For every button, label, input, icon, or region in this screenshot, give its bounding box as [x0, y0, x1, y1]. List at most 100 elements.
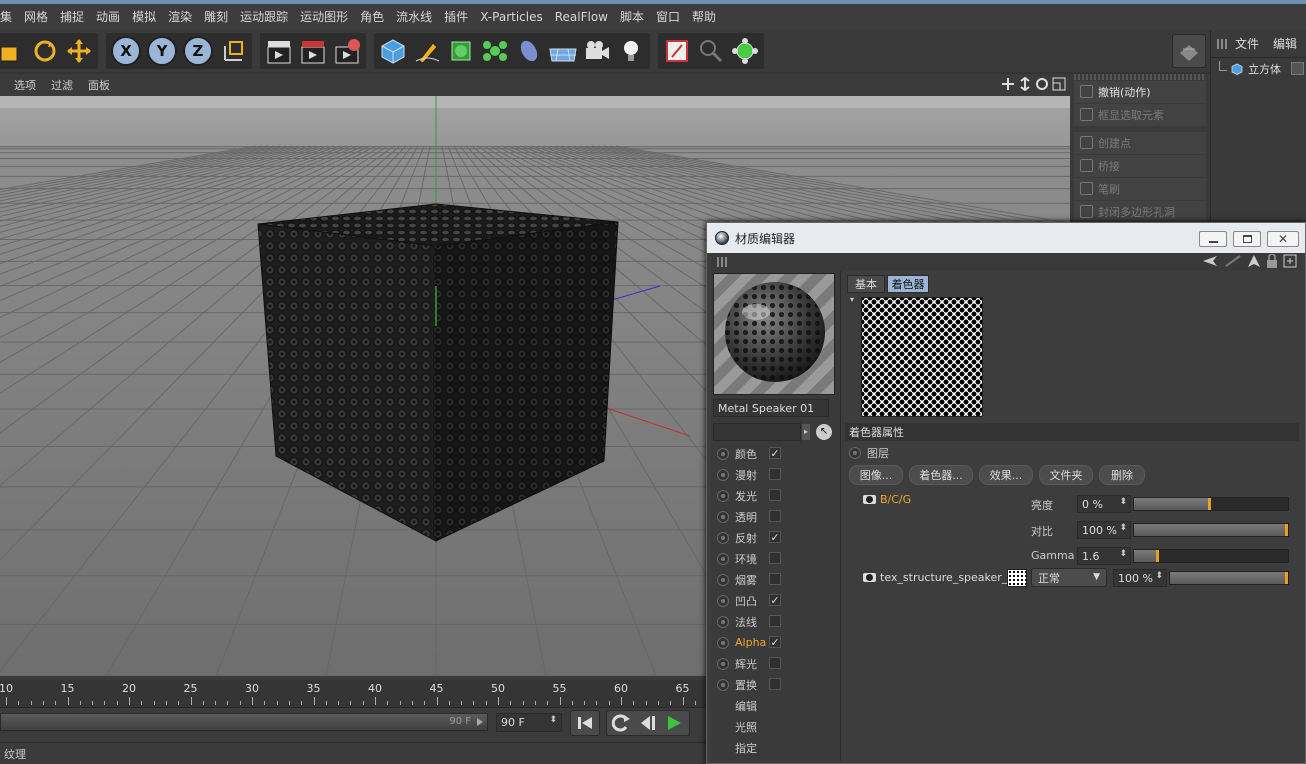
subdivision-surface-icon[interactable] — [446, 36, 476, 66]
move-tool-icon[interactable] — [64, 36, 94, 66]
channel-radio[interactable] — [717, 678, 729, 691]
blend-mode-dropdown[interactable]: 正常 ▼ — [1031, 568, 1107, 587]
object-row-cube[interactable]: 立方体 — [1211, 58, 1306, 80]
channel-checkbox[interactable] — [769, 510, 781, 522]
close-polygon-hole-button[interactable]: 封闭多边形孔洞 — [1074, 201, 1206, 223]
channel-row[interactable]: 颜色 ✓ — [711, 443, 839, 464]
channel-radio[interactable] — [717, 447, 729, 460]
channel-checkbox[interactable] — [769, 678, 781, 690]
texture-layer-row[interactable]: tex_structure_speaker_1 — [863, 571, 1014, 584]
texture-opacity-field[interactable]: 100 % ⬍ — [1113, 569, 1167, 587]
tab-basic[interactable]: 基本 — [847, 275, 885, 293]
channel-row[interactable]: 烟雾 — [711, 569, 839, 590]
viewport-menu-filter[interactable]: 过滤 — [43, 77, 80, 93]
render-settings-icon[interactable] — [332, 36, 362, 66]
material-preview[interactable] — [713, 273, 835, 395]
menu-item-5[interactable]: 渲染 — [162, 4, 198, 30]
render-view-icon[interactable] — [264, 36, 294, 66]
shader-preview[interactable] — [861, 297, 983, 417]
rotate-tool-icon[interactable] — [30, 36, 60, 66]
back-arrow-icon[interactable] — [1201, 254, 1219, 268]
menu-item-11[interactable]: 插件 — [438, 4, 474, 30]
channel-radio[interactable] — [717, 636, 729, 649]
end-frame-field[interactable]: 90 F ⬍ — [496, 713, 562, 732]
channel-row[interactable]: Alpha ✓ — [711, 632, 839, 653]
create-point-button[interactable]: 创建点 — [1074, 132, 1206, 154]
channel-extra-item[interactable]: 编辑 — [711, 695, 839, 716]
object-manager-edit-menu[interactable]: 编辑 — [1273, 35, 1297, 52]
property-slider-handle[interactable] — [1208, 498, 1211, 510]
viewport-rotate-icon[interactable] — [1035, 77, 1049, 91]
channel-radio[interactable] — [717, 468, 729, 481]
delete-button[interactable]: 删除 — [1099, 465, 1145, 485]
render-to-picture-viewer-icon[interactable] — [298, 36, 328, 66]
axis-y-button[interactable]: Y — [147, 36, 177, 66]
floor-icon[interactable] — [548, 36, 578, 66]
channel-checkbox[interactable] — [769, 468, 781, 480]
frame-selected-button[interactable]: 框显选取元素 — [1074, 104, 1206, 126]
menu-item-9[interactable]: 角色 — [354, 4, 390, 30]
channel-radio[interactable] — [717, 531, 729, 544]
channel-row[interactable]: 凹凸 ✓ — [711, 590, 839, 611]
channel-radio[interactable] — [717, 552, 729, 565]
channel-radio[interactable] — [717, 573, 729, 586]
bcg-layer-row[interactable]: B/C/G — [863, 493, 911, 506]
viewport-maximize-icon[interactable] — [1052, 77, 1066, 91]
menu-item-16[interactable]: 帮助 — [686, 4, 722, 30]
channel-extra-item[interactable]: 指定 — [711, 737, 839, 758]
menu-item-7[interactable]: 运动跟踪 — [234, 4, 294, 30]
effects-button[interactable]: 效果... — [979, 465, 1033, 485]
goto-start-button[interactable] — [570, 710, 600, 736]
folder-button[interactable]: 文件夹 — [1039, 465, 1093, 485]
channel-radio[interactable] — [717, 510, 729, 523]
menu-item-14[interactable]: 脚本 — [614, 4, 650, 30]
layer-radio[interactable] — [849, 447, 861, 459]
timeline-slider[interactable]: 90 F — [0, 713, 488, 731]
property-slider[interactable] — [1133, 549, 1289, 563]
layer-tag-icon[interactable] — [1291, 62, 1304, 75]
property-slider[interactable] — [1133, 497, 1289, 511]
forward-arrow-icon[interactable] — [1224, 254, 1242, 268]
bridge-button[interactable]: 桥接 — [1074, 155, 1206, 177]
lock-icon[interactable] — [1266, 254, 1278, 268]
eye-visibility-icon[interactable] — [863, 573, 876, 582]
channel-checkbox[interactable]: ✓ — [769, 447, 781, 459]
up-arrow-icon[interactable] — [1247, 254, 1261, 268]
minimize-button[interactable] — [1199, 231, 1227, 247]
channel-row[interactable]: 透明 — [711, 506, 839, 527]
prev-frame-icon[interactable] — [636, 713, 660, 733]
channel-checkbox[interactable]: ✓ — [769, 531, 781, 543]
search-dropdown-icon[interactable]: ▸ — [802, 424, 810, 440]
coordinate-system-icon[interactable] — [218, 36, 248, 66]
brush-button[interactable]: 笔刷 — [1074, 178, 1206, 200]
axis-x-button[interactable]: X — [111, 36, 141, 66]
channel-checkbox[interactable]: ✓ — [769, 636, 781, 648]
menu-item-2[interactable]: 捕捉 — [54, 4, 90, 30]
layout-icon[interactable] — [1172, 34, 1206, 68]
channel-row[interactable]: 发光 — [711, 485, 839, 506]
channel-checkbox[interactable] — [769, 615, 781, 627]
image-button[interactable]: 图像... — [849, 465, 903, 485]
menu-item-0[interactable]: 集 — [0, 4, 18, 30]
layer-radio-row[interactable]: 图层 — [849, 445, 889, 461]
property-value-field[interactable]: 100 % ⬍ — [1077, 521, 1131, 539]
property-value-field[interactable]: 1.6 ⬍ — [1077, 547, 1131, 565]
property-slider-handle[interactable] — [1156, 550, 1159, 562]
channel-extra-item[interactable]: 光照 — [711, 716, 839, 737]
timeline-ruler[interactable]: 10 15 20 25 30 35 40 45 50 55 60 65 — [0, 680, 733, 708]
cursor-pick-icon[interactable]: ↖ — [816, 424, 832, 440]
channel-radio[interactable] — [717, 657, 729, 670]
camera-icon[interactable] — [582, 36, 612, 66]
tab-shader[interactable]: 着色器 — [887, 275, 929, 293]
menu-item-3[interactable]: 动画 — [90, 4, 126, 30]
collapse-arrow-icon[interactable]: ▾ — [850, 295, 854, 304]
loop-icon[interactable] — [610, 713, 634, 733]
channel-row[interactable]: 环境 — [711, 548, 839, 569]
snap-icon[interactable] — [662, 36, 692, 66]
property-slider-handle[interactable] — [1285, 524, 1288, 536]
light-icon[interactable] — [616, 36, 646, 66]
property-slider[interactable] — [1133, 523, 1289, 537]
viewport-zoom-icon[interactable] — [1018, 77, 1032, 91]
eye-visibility-icon[interactable] — [863, 495, 876, 504]
shader-button[interactable]: 着色器... — [909, 465, 973, 485]
